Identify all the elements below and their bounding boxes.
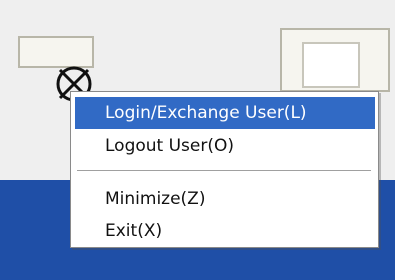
menu-item-label: Exit(X) [105,221,163,241]
window-inner-panel [302,42,360,88]
context-menu: Login/Exchange User(L) Logout User(O) Mi… [70,91,379,248]
menu-item-login-exchange-user[interactable]: Login/Exchange User(L) [75,97,375,129]
menu-item-label: Login/Exchange User(L) [105,103,307,123]
menu-item-exit[interactable]: Exit(X) [75,215,375,247]
menu-item-minimize[interactable]: Minimize(Z) [75,183,375,215]
menu-item-label: Logout User(O) [105,136,235,156]
menu-item-label: Minimize(Z) [105,189,206,209]
menu-separator [77,170,371,172]
menu-item-logout-user[interactable]: Logout User(O) [75,130,375,162]
window-frame-right [280,28,390,92]
